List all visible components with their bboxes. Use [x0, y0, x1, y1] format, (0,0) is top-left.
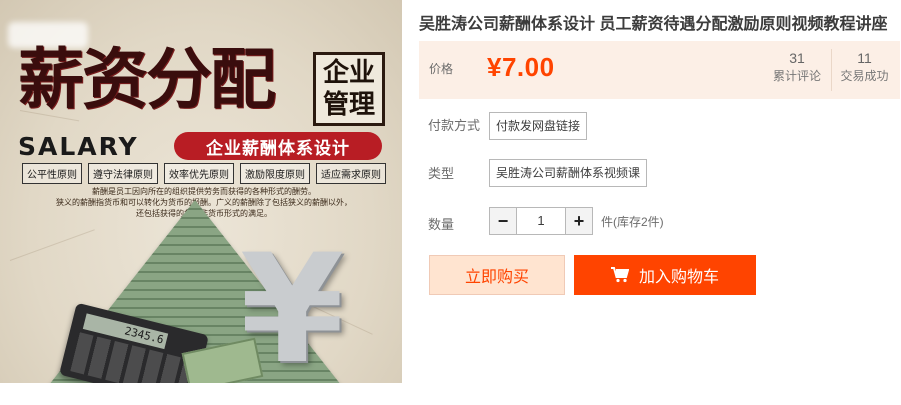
- principle-tag: 遵守法律原则: [88, 163, 158, 184]
- quantity-label: 数量: [428, 217, 455, 232]
- principle-tag: 效率优先原则: [164, 163, 234, 184]
- payment-method-option[interactable]: 付款发网盘链接: [489, 112, 588, 140]
- hero-badge-line1: 企业: [322, 58, 375, 88]
- principle-tag: 公平性原则: [22, 163, 82, 184]
- price-label: 价格: [429, 62, 454, 76]
- quantity-input[interactable]: 1: [517, 207, 565, 235]
- quantity-decrease-button[interactable]: −: [489, 207, 517, 235]
- sales-count: 11: [857, 50, 872, 66]
- payment-method-label: 付款方式: [428, 118, 481, 133]
- principles-list: 公平性原则 遵守法律原则 效率优先原则 激励限度原则 适应需求原则: [22, 163, 386, 184]
- product-image[interactable]: 薪资分配 企业 管理 SALARY 企业薪酬体系设计 公平性原则 遵守法律原则 …: [0, 0, 402, 383]
- cart-icon: [610, 267, 629, 283]
- hero-badge-line2: 管理: [322, 90, 375, 120]
- type-label: 类型: [428, 166, 455, 181]
- add-to-cart-label: 加入购物车: [638, 269, 719, 286]
- type-option[interactable]: 吴胜涛公司薪酬体系视频课: [489, 159, 648, 187]
- sales-stat: 11 交易成功: [831, 49, 897, 91]
- hero-badge: 企业 管理: [313, 52, 385, 126]
- hero-salary-text: SALARY: [18, 132, 139, 161]
- quantity-stepper: − 1 +: [489, 207, 593, 235]
- reviews-stat[interactable]: 31 累计评论: [764, 49, 830, 85]
- principle-tag: 适应需求原则: [316, 163, 386, 184]
- product-title: 吴胜涛公司薪酬体系设计 员工薪资待遇分配激励原则视频教程讲座: [419, 16, 888, 33]
- hero-description-line: 薪酬是员工因向所在的组织提供劳务而获得的各种形式的酬劳。: [92, 187, 316, 196]
- hero-subtitle: 企业薪酬体系设计: [174, 132, 382, 160]
- reviews-label: 累计评论: [772, 69, 821, 83]
- quantity-increase-button[interactable]: +: [565, 207, 593, 235]
- add-to-cart-button[interactable]: 加入购物车: [574, 255, 756, 295]
- buy-now-label: 立即购买: [464, 269, 529, 286]
- principle-tag: 激励限度原则: [240, 163, 310, 184]
- price-value: ¥7.00: [487, 52, 555, 82]
- sales-label: 交易成功: [840, 69, 889, 83]
- hero-headline: 薪资分配: [18, 40, 276, 118]
- price-panel: 价格 ¥7.00 31 累计评论 11 交易成功: [419, 41, 900, 99]
- buy-now-button[interactable]: 立即购买: [429, 255, 565, 295]
- reviews-count: 31: [789, 50, 805, 66]
- stock-info: 件(库存2件): [601, 215, 664, 229]
